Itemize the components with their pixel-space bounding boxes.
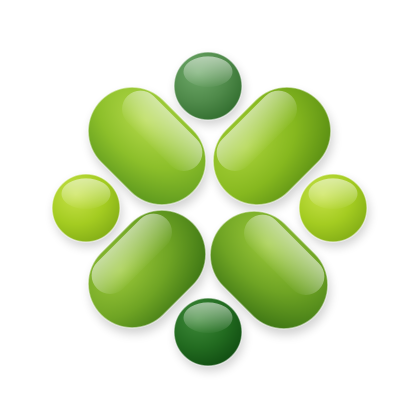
logo-graphic (0, 0, 420, 420)
top-circle-icon (173, 51, 243, 121)
right-circle-icon (298, 173, 368, 243)
bottom-circle-icon (173, 297, 243, 367)
left-circle-icon (51, 173, 121, 243)
